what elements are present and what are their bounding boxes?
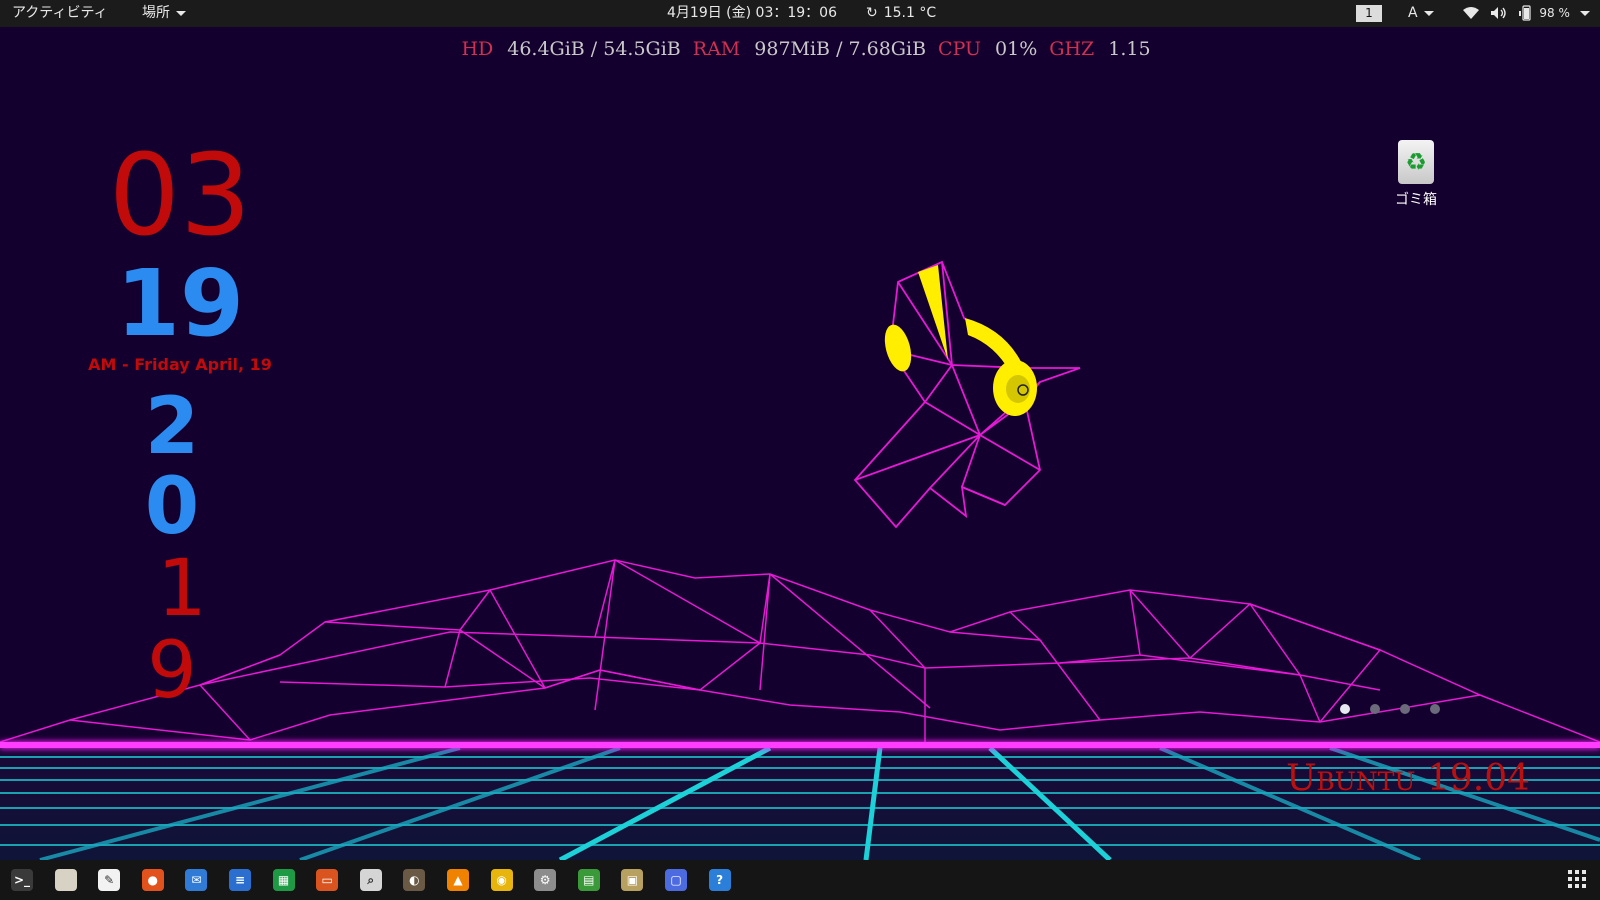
activities-button[interactable]: アクティビティ	[12, 0, 108, 27]
stat-label: HD	[461, 38, 494, 60]
datetime-button[interactable]: 4月19日 (金) 03：19：06	[667, 0, 837, 27]
chevron-down-icon	[176, 10, 186, 16]
clock-hour: 03	[108, 131, 252, 261]
stat-label: GHZ	[1049, 38, 1095, 60]
weather-indicator[interactable]: ↻ 15.1 °C	[866, 0, 936, 27]
vlc-icon[interactable]: ▲	[447, 869, 469, 891]
page-dot[interactable]	[1400, 704, 1410, 714]
chevron-down-icon	[1580, 10, 1591, 16]
battery-icon	[1518, 5, 1531, 21]
workspace-indicator[interactable]: 1	[1356, 5, 1382, 22]
page-dot[interactable]	[1340, 704, 1350, 714]
help-icon[interactable]: ?	[708, 869, 731, 891]
screenshot-icon[interactable]: ▢	[665, 869, 687, 891]
archive-icon[interactable]: ▣	[621, 869, 644, 891]
page-dot[interactable]	[1430, 704, 1440, 714]
writer-icon[interactable]: ≡	[229, 869, 251, 891]
stat-label: RAM	[692, 38, 741, 60]
gimp-icon[interactable]: ◐	[403, 869, 426, 891]
stat-value: 46.4GiB / 54.5GiB	[507, 38, 681, 60]
year-digit: 0	[144, 462, 200, 552]
places-menu[interactable]: 場所	[142, 0, 186, 27]
stat-value: 01%	[995, 38, 1038, 60]
clock-minute: 19	[115, 250, 245, 357]
volume-icon	[1491, 7, 1507, 19]
system-monitor-icon[interactable]: ▤	[577, 869, 600, 891]
datetime-label: 4月19日 (金) 03：19：06	[667, 5, 837, 21]
battery-label: 98 %	[1539, 6, 1570, 20]
firefox-icon[interactable]: ●	[141, 869, 164, 891]
chevron-down-icon	[1423, 10, 1434, 16]
page-dot[interactable]	[1370, 704, 1380, 714]
recycle-icon: ♻	[1405, 148, 1427, 176]
clock-date-line: AM - Friday April, 19	[88, 355, 272, 374]
year-digit: 2	[144, 382, 200, 472]
stat-value: 987MiB / 7.68GiB	[754, 38, 927, 60]
refresh-icon: ↻	[866, 5, 878, 21]
stat-label: CPU	[938, 38, 982, 60]
bottom-dock: >_ ✎ ● ✉ ≡ ▦ ▭ ⌕ ◐ ▲ ◉ ⚙ ▤ ▣ ▢?	[0, 860, 1600, 900]
input-method-label: A	[1408, 5, 1418, 21]
horizon-line	[0, 741, 1600, 749]
trash-desktop-icon[interactable]: ♻ ゴミ箱	[1380, 140, 1452, 209]
wifi-icon	[1463, 7, 1479, 19]
stat-value: 1.15	[1108, 38, 1151, 60]
input-method-menu[interactable]: A	[1408, 0, 1434, 27]
text-editor-icon[interactable]: ✎	[98, 869, 121, 891]
show-applications-icon[interactable]	[1568, 870, 1586, 888]
places-label: 場所	[142, 5, 170, 21]
impress-icon[interactable]: ▭	[316, 869, 339, 891]
calc-icon[interactable]: ▦	[272, 869, 295, 891]
year-digit: 1	[157, 544, 207, 634]
rhythmbox-icon[interactable]: ◉	[490, 869, 513, 891]
terminal-icon[interactable]: >_	[11, 869, 33, 891]
year-digit: 9	[147, 626, 197, 716]
image-viewer-icon[interactable]: ⌕	[359, 869, 382, 891]
trash-label: ゴミ箱	[1395, 192, 1437, 208]
settings-icon[interactable]: ⚙	[534, 869, 557, 891]
system-stats-widget: HD 46.4GiB / 54.5GiB RAM 987MiB / 7.68GiB CP…	[0, 38, 1600, 60]
dog-headphones-illustration	[853, 260, 1081, 529]
weather-label: 15.1 °C	[883, 5, 937, 21]
thunderbird-icon[interactable]: ✉	[185, 869, 208, 891]
top-bar: アクティビティ 場所 4月19日 (金) 03：19：06 ↻ 15.1 °C 1…	[0, 0, 1600, 27]
activities-label: アクティビティ	[12, 5, 108, 21]
trash-icon: ♻	[1398, 140, 1434, 184]
files-icon[interactable]	[54, 869, 77, 891]
workspace-number: 1	[1365, 6, 1373, 20]
ubuntu-brand-text: Ubuntu 19.04	[1286, 758, 1530, 799]
system-menu[interactable]: 98 %	[1462, 0, 1591, 27]
